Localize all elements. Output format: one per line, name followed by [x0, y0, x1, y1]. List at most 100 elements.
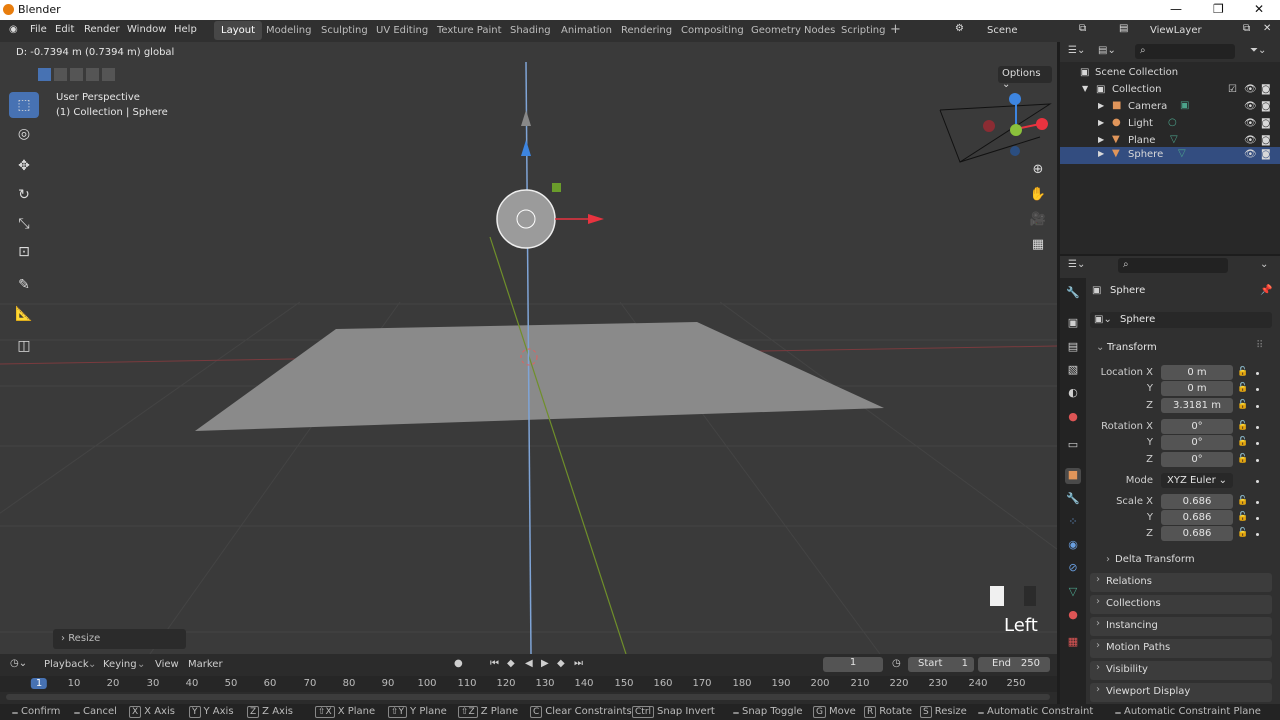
add-cube-tool[interactable]: ◫: [9, 333, 39, 359]
rotate-tool[interactable]: ↻: [9, 182, 39, 208]
eye-icon[interactable]: 👁: [1244, 118, 1257, 129]
eye-icon[interactable]: 👁: [1244, 84, 1257, 95]
location-y-field[interactable]: 0 m: [1161, 381, 1233, 396]
menu-window[interactable]: Window: [127, 24, 166, 35]
close-icon[interactable]: ✕: [1254, 2, 1264, 16]
collection-tab-icon[interactable]: ▭: [1065, 438, 1081, 454]
frame-ruler[interactable]: 1 10 20 30 40 50 60 70 80 90 100 110 120 130 140 150 160…: [0, 676, 1057, 692]
prev-keyframe-icon[interactable]: ◆: [507, 658, 515, 669]
menu-view[interactable]: View: [155, 659, 179, 670]
transform-tool[interactable]: ⊡: [9, 239, 39, 265]
menu-keying[interactable]: Keying: [103, 659, 137, 670]
jump-start-icon[interactable]: ⏮: [490, 658, 499, 669]
rotation-y-field[interactable]: 0°: [1161, 435, 1233, 450]
view-layer-selector[interactable]: ViewLayer: [1140, 23, 1238, 39]
copy-scene-icon[interactable]: ⧉: [1079, 23, 1086, 34]
output-tab-icon[interactable]: ▤: [1065, 340, 1081, 356]
keyframe-dot-icon[interactable]: [1256, 459, 1259, 462]
menu-edit[interactable]: Edit: [55, 24, 74, 35]
display-mode-icon[interactable]: ▤⌄: [1098, 45, 1116, 56]
lock-icon[interactable]: 🔓: [1237, 400, 1248, 410]
eye-icon[interactable]: 👁: [1244, 149, 1257, 160]
constraints-tab-icon[interactable]: ⊘: [1065, 561, 1081, 577]
menu-playback[interactable]: Playback: [44, 659, 89, 670]
tab-animation[interactable]: Animation: [561, 25, 612, 36]
transform-panel-title[interactable]: Transform: [1107, 342, 1157, 353]
tab-uv-editing[interactable]: UV Editing: [376, 25, 428, 36]
blender-menu-icon[interactable]: ◉: [9, 24, 18, 35]
jump-end-icon[interactable]: ⏭: [574, 658, 583, 669]
remove-view-layer-icon[interactable]: ✕: [1263, 23, 1271, 34]
timeline-scrollbar[interactable]: [6, 694, 1050, 700]
physics-tab-icon[interactable]: ◉: [1065, 538, 1081, 554]
lock-icon[interactable]: 🔓: [1237, 496, 1248, 506]
tool-tab-icon[interactable]: 🔧: [1065, 286, 1081, 302]
modifier-tab-icon[interactable]: 🔧: [1065, 492, 1081, 508]
tab-modeling[interactable]: Modeling: [266, 25, 312, 36]
menu-marker[interactable]: Marker: [188, 659, 223, 670]
play-icon[interactable]: ▶: [541, 658, 549, 669]
location-z-field[interactable]: 3.3181 m: [1161, 398, 1233, 413]
outliner[interactable]: ☰⌄ ▤⌄ ⌕ ⏷⌄ ▣ Scene Collection ▼ ▣ Collec…: [1060, 42, 1280, 254]
select-subtract-icon[interactable]: [70, 68, 83, 81]
outliner-row-camera[interactable]: ▶ ■ Camera ▣ 👁 ◙: [1060, 99, 1280, 116]
select-box-tool[interactable]: ⬚: [9, 92, 39, 118]
rotation-z-field[interactable]: 0°: [1161, 452, 1233, 467]
panel-visibility[interactable]: Visibility: [1090, 661, 1272, 680]
lock-icon[interactable]: 🔓: [1237, 454, 1248, 464]
menu-file[interactable]: File: [30, 24, 47, 35]
expand-icon[interactable]: ▶: [1098, 135, 1104, 144]
keyframe-dot-icon[interactable]: [1256, 501, 1259, 504]
current-frame-marker[interactable]: 1: [30, 678, 48, 689]
lock-icon[interactable]: 🔓: [1237, 367, 1248, 377]
delta-transform-subpanel[interactable]: › Delta Transform: [1106, 554, 1195, 565]
select-new-icon[interactable]: [38, 68, 51, 81]
view-layer-icon[interactable]: ▤: [1119, 23, 1128, 34]
lock-icon[interactable]: 🔓: [1237, 421, 1248, 431]
outliner-row-sphere[interactable]: ▶ ▼ Sphere ▽ 👁 ◙: [1060, 147, 1280, 164]
ortho-grid-icon[interactable]: ▦: [1028, 237, 1048, 257]
editor-type-icon[interactable]: ☰⌄: [1068, 259, 1085, 270]
object-name-field[interactable]: Sphere: [1090, 312, 1272, 328]
camera-render-icon[interactable]: ◙: [1261, 84, 1271, 95]
eye-icon[interactable]: 👁: [1244, 101, 1257, 112]
tab-layout[interactable]: Layout: [214, 21, 262, 40]
tab-sculpting[interactable]: Sculpting: [321, 25, 368, 36]
keyframe-dot-icon[interactable]: [1256, 388, 1259, 391]
add-workspace-button[interactable]: +: [890, 22, 901, 37]
tab-rendering[interactable]: Rendering: [621, 25, 672, 36]
start-frame-field[interactable]: Start 1: [908, 657, 974, 672]
outliner-row-light[interactable]: ▶ ● Light ○ 👁 ◙: [1060, 116, 1280, 133]
camera-view-icon[interactable]: 🎥: [1028, 212, 1048, 232]
timeline[interactable]: ◷⌄ Playback ⌄ Keying ⌄ View Marker ● ⏮ ◆…: [0, 654, 1057, 704]
eye-icon[interactable]: 👁: [1244, 135, 1257, 146]
menu-render[interactable]: Render: [84, 24, 120, 35]
scene-selector[interactable]: Scene: [977, 23, 1092, 39]
select-intersect-icon[interactable]: [102, 68, 115, 81]
outliner-row-collection[interactable]: ▼ ▣ Collection ☑ 👁 ◙: [1060, 82, 1280, 99]
scale-x-field[interactable]: 0.686: [1161, 494, 1233, 509]
camera-data-icon[interactable]: ▣: [1180, 100, 1189, 111]
particles-tab-icon[interactable]: ⁘: [1065, 515, 1081, 531]
lock-icon[interactable]: 🔓: [1237, 437, 1248, 447]
expand-icon[interactable]: ▶: [1098, 101, 1104, 110]
lock-icon[interactable]: 🔓: [1237, 383, 1248, 393]
lock-icon[interactable]: 🔓: [1237, 512, 1248, 522]
tab-scripting[interactable]: Scripting: [841, 25, 885, 36]
mesh-data-icon[interactable]: ▽: [1178, 148, 1186, 159]
zoom-icon[interactable]: ⊕: [1028, 162, 1048, 182]
move-tool[interactable]: ✥: [9, 153, 39, 179]
properties-search-input[interactable]: ⌕: [1118, 258, 1228, 273]
options-dropdown[interactable]: Options ⌄: [998, 66, 1052, 90]
selection-mode-icons[interactable]: [36, 68, 116, 82]
keyframe-dot-icon[interactable]: [1256, 480, 1259, 483]
measure-tool[interactable]: 📐: [9, 301, 39, 327]
rotation-x-field[interactable]: 0°: [1161, 419, 1233, 434]
end-frame-field[interactable]: End 250: [978, 657, 1050, 672]
panel-viewport-display[interactable]: Viewport Display: [1090, 683, 1272, 702]
keyframe-dot-icon[interactable]: [1256, 405, 1259, 408]
maximize-icon[interactable]: ❐: [1213, 2, 1224, 16]
checkbox-icon[interactable]: ☑: [1228, 84, 1237, 95]
keyframe-dot-icon[interactable]: [1256, 442, 1259, 445]
panel-instancing[interactable]: Instancing: [1090, 617, 1272, 636]
